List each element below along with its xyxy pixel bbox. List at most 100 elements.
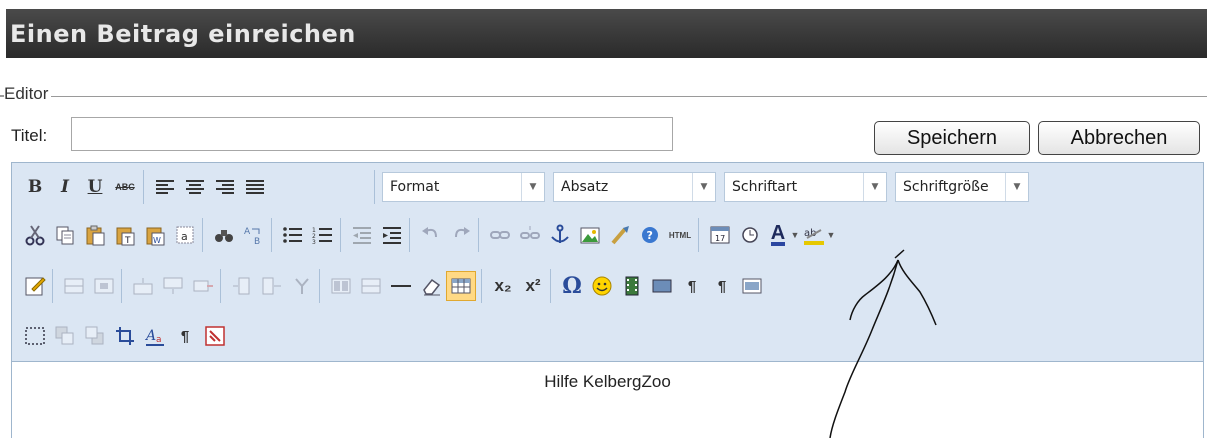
- image-button[interactable]: [577, 220, 603, 250]
- insert-row-before-button[interactable]: [130, 271, 156, 301]
- link-button[interactable]: [487, 220, 513, 250]
- remove-format-button[interactable]: [418, 271, 444, 301]
- toolbar-separator: [271, 218, 272, 252]
- delete-row-button[interactable]: [190, 271, 216, 301]
- editor-content-area[interactable]: Hilfe KelbergZoo: [12, 362, 1203, 439]
- paste-word-button[interactable]: W: [142, 220, 168, 250]
- move-backward-button[interactable]: [82, 321, 108, 351]
- page-header: Einen Beitrag einreichen: [6, 9, 1207, 58]
- special-char-button[interactable]: Ω: [559, 271, 585, 301]
- cancel-button[interactable]: Abbrechen: [1038, 121, 1200, 155]
- horizontal-rule-icon: [391, 285, 411, 287]
- subscript-button[interactable]: x₂: [490, 271, 516, 301]
- font-color-button[interactable]: A: [767, 220, 789, 250]
- style-icon: Aa: [144, 328, 164, 346]
- table-button[interactable]: [446, 271, 476, 301]
- outdent-button[interactable]: [349, 220, 375, 250]
- page-break-button[interactable]: [202, 321, 228, 351]
- undo-button[interactable]: [418, 220, 444, 250]
- horizontal-rule-button[interactable]: [388, 271, 414, 301]
- paste-text-button[interactable]: T: [112, 220, 138, 250]
- bold-button[interactable]: B: [22, 172, 48, 202]
- style-props-button[interactable]: Aa: [142, 321, 168, 351]
- table-cell-props-button[interactable]: [91, 271, 117, 301]
- align-left-button[interactable]: [152, 172, 178, 202]
- copy-button[interactable]: [52, 220, 78, 250]
- save-button[interactable]: Speichern: [874, 121, 1030, 155]
- insert-date-button[interactable]: 17: [707, 220, 733, 250]
- background-color-dropdown[interactable]: ▼: [825, 220, 837, 250]
- rtl-button[interactable]: ¶: [709, 271, 735, 301]
- align-right-button[interactable]: [212, 172, 238, 202]
- preview-icon: [742, 278, 762, 294]
- eraser-icon: [423, 278, 441, 296]
- superscript-button[interactable]: x²: [520, 271, 546, 301]
- find-button[interactable]: [211, 220, 237, 250]
- html-source-button[interactable]: HTML: [667, 220, 693, 250]
- toolbar-separator: [143, 170, 144, 204]
- smiley-icon: [592, 276, 612, 296]
- cut-button[interactable]: [22, 220, 48, 250]
- font-color-dropdown[interactable]: ▼: [789, 220, 801, 250]
- cleanup-button[interactable]: [607, 220, 633, 250]
- redo-icon: [455, 227, 470, 238]
- format-select[interactable]: Format ▼: [382, 172, 545, 202]
- align-justify-button[interactable]: [242, 172, 268, 202]
- insert-col-before-button[interactable]: [229, 271, 255, 301]
- paste-text-icon: T: [116, 227, 135, 246]
- font-size-select[interactable]: Schriftgröße ▼: [895, 172, 1029, 202]
- media-button[interactable]: [619, 271, 645, 301]
- svg-text:B: B: [254, 237, 260, 246]
- table-row-props-button[interactable]: [61, 271, 87, 301]
- format-select-value: Format: [390, 179, 440, 195]
- table-icon: [451, 278, 471, 294]
- editor-legend: Editor: [4, 84, 52, 104]
- move-forward-button[interactable]: [52, 321, 78, 351]
- merge-cells-button[interactable]: [358, 271, 384, 301]
- numbered-list-button[interactable]: 123: [310, 220, 336, 250]
- insert-time-button[interactable]: [737, 220, 763, 250]
- insert-layer-button[interactable]: [22, 321, 48, 351]
- show-blocks-button[interactable]: ¶: [172, 321, 198, 351]
- anchor-button[interactable]: [547, 220, 573, 250]
- rtl-icon: ¶: [717, 277, 727, 295]
- split-cells-button[interactable]: [328, 271, 354, 301]
- align-center-button[interactable]: [182, 172, 208, 202]
- font-family-select-value: Schriftart: [732, 179, 798, 195]
- paragraph-select-value: Absatz: [561, 179, 609, 195]
- strikethrough-button[interactable]: ABC: [112, 172, 138, 202]
- rich-text-editor: B I U ABC Format ▼ Absatz ▼ Schriftart ▼ Sc…: [11, 162, 1204, 438]
- indent-button[interactable]: [379, 220, 405, 250]
- numbered-list-icon: 123: [312, 227, 332, 245]
- move-backward-icon: [85, 326, 104, 345]
- redo-button[interactable]: [448, 220, 474, 250]
- ltr-button[interactable]: ¶: [679, 271, 705, 301]
- emoticon-button[interactable]: [589, 271, 615, 301]
- preview-button[interactable]: [739, 271, 765, 301]
- font-family-select[interactable]: Schriftart ▼: [724, 172, 887, 202]
- fullscreen-button[interactable]: [649, 271, 675, 301]
- insert-row-after-button[interactable]: [160, 271, 186, 301]
- layer-icon: [25, 327, 45, 345]
- underline-button[interactable]: U: [82, 172, 108, 202]
- italic-button[interactable]: I: [52, 172, 78, 202]
- edit-form-button[interactable]: [22, 271, 48, 301]
- delete-col-button[interactable]: [289, 271, 315, 301]
- col-before-icon: [233, 277, 250, 295]
- replace-button[interactable]: AB: [241, 220, 267, 250]
- select-all-button[interactable]: a: [172, 220, 198, 250]
- help-button[interactable]: ?: [637, 220, 663, 250]
- unlink-icon: [520, 226, 540, 239]
- unlink-button[interactable]: [517, 220, 543, 250]
- paste-button[interactable]: [82, 220, 108, 250]
- svg-text:?: ?: [647, 229, 653, 242]
- row-after-icon: [163, 277, 183, 294]
- bullet-list-button[interactable]: [280, 220, 306, 250]
- title-input[interactable]: [71, 117, 673, 151]
- paragraph-select[interactable]: Absatz ▼: [553, 172, 716, 202]
- absolute-position-button[interactable]: [112, 321, 138, 351]
- insert-col-after-button[interactable]: [259, 271, 285, 301]
- anchor-icon: [551, 224, 569, 243]
- background-color-button[interactable]: ab: [803, 220, 825, 250]
- toolbar-separator: [478, 218, 479, 252]
